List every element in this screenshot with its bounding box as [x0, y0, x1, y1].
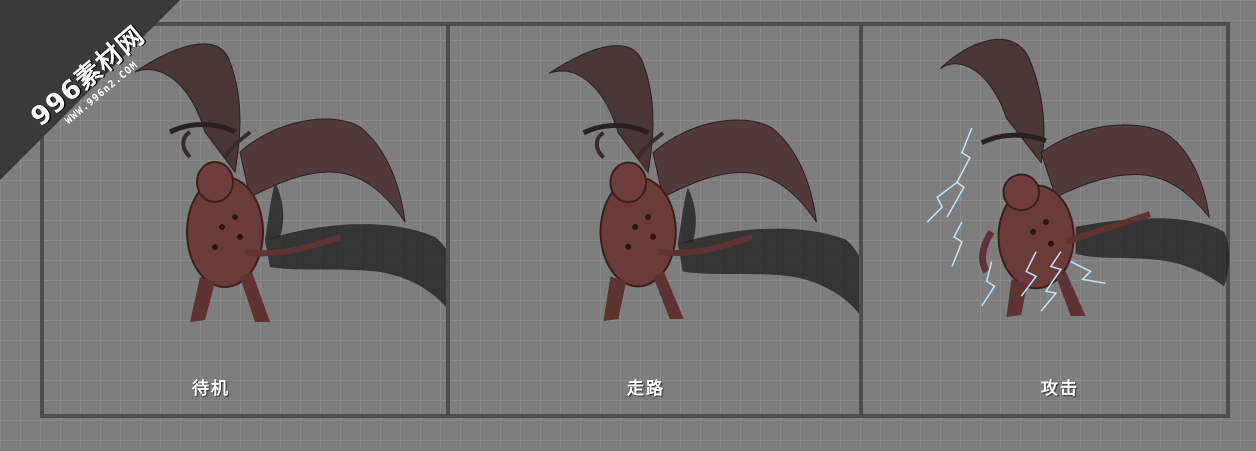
- panel-walk: 走路: [446, 22, 860, 418]
- demon-attack-sprite: [926, 38, 1230, 317]
- demon-walk-sprite: [548, 45, 860, 322]
- state-label-walk: 走路: [627, 379, 665, 399]
- panel-idle: 待机: [40, 22, 447, 418]
- shadow: [265, 182, 447, 309]
- wings: [548, 45, 817, 223]
- wings: [134, 43, 406, 223]
- wings: [939, 38, 1210, 219]
- panel-attack: 攻击: [859, 22, 1230, 418]
- demon-idle-sprite: [134, 43, 447, 322]
- state-label-attack: 攻击: [1041, 379, 1079, 399]
- state-label-idle: 待机: [192, 379, 230, 399]
